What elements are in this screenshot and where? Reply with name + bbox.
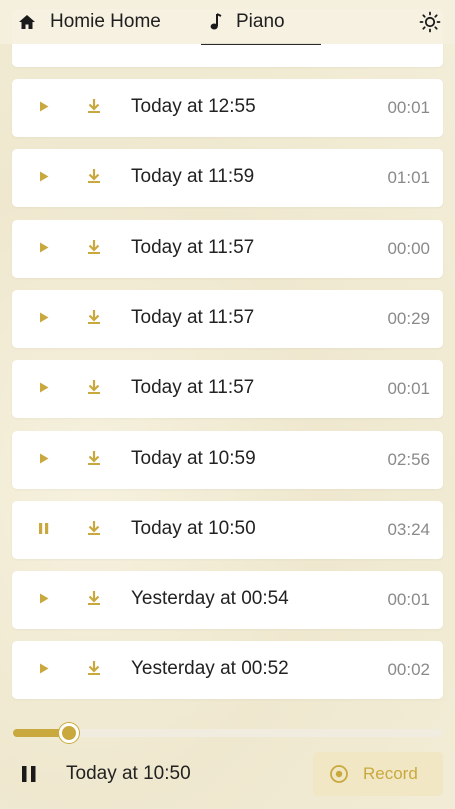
progress-knob[interactable] [58,723,79,743]
recording-title: Today at 10:59 [131,447,256,469]
recording-duration: 00:02 [387,660,430,680]
recording-duration: 01:01 [387,168,430,188]
list-item: Yesterday at 00:54 00:01 [12,571,443,630]
recording-title: Today at 11:59 [131,166,255,188]
record-icon [330,765,348,783]
recordings-list[interactable]: Today at 12:55 00:01 Today at 11:59 01:0… [0,0,455,705]
play-icon[interactable] [38,311,50,329]
play-icon[interactable] [38,170,50,188]
sun-icon[interactable] [419,11,441,38]
now-playing-title: Today at 10:50 [66,763,191,784]
recording-duration: 00:01 [387,590,430,610]
download-icon[interactable] [87,168,101,189]
download-icon[interactable] [87,309,101,330]
recording-title: Today at 10:50 [131,517,256,539]
recording-title: Yesterday at 00:54 [131,588,289,610]
play-icon[interactable] [38,592,50,610]
list-item: Today at 10:59 02:56 [12,430,443,489]
recording-duration: 00:01 [387,379,430,399]
progress-slider[interactable] [13,723,443,743]
music-note-icon [210,13,222,30]
recording-title: Today at 11:57 [131,377,255,399]
record-button[interactable]: Record [313,752,443,796]
nav-home[interactable]: Homie Home [18,0,161,44]
record-label: Record [363,764,418,783]
list-item: Today at 11:57 00:29 [12,289,443,348]
download-icon[interactable] [87,239,101,260]
home-icon [19,15,35,29]
top-bar: Homie Home Piano [0,0,455,44]
recording-duration: 00:01 [387,98,430,117]
list-item: Today at 10:50 03:24 [12,500,443,559]
download-icon[interactable] [87,590,101,611]
list-item: Today at 11:57 00:01 [12,360,443,419]
recording-duration: 00:29 [387,308,430,328]
play-icon[interactable] [38,381,50,399]
play-icon[interactable] [38,662,50,680]
recording-title: Yesterday at 00:52 [131,658,289,680]
download-icon[interactable] [87,520,101,541]
player-bar: Today at 10:50 Record [0,705,455,809]
list-item: Today at 11:57 00:00 [12,219,443,278]
pause-icon[interactable] [20,765,38,788]
nav-home-label: Homie Home [50,11,161,32]
recording-duration: 00:00 [387,238,430,258]
recording-duration: 03:24 [387,519,430,539]
recording-title: Today at 11:57 [131,306,255,328]
nav-piano[interactable]: Piano [210,0,285,44]
list-item: Today at 11:59 01:01 [12,149,443,208]
play-icon[interactable] [38,100,50,118]
list-item: Today at 12:55 00:01 [12,79,443,137]
recording-duration: 02:56 [387,449,430,469]
pause-icon[interactable] [38,522,50,540]
recording-title: Today at 11:57 [131,236,255,258]
nav-piano-label: Piano [236,11,285,32]
play-icon[interactable] [38,452,50,470]
download-icon[interactable] [87,450,101,471]
download-icon[interactable] [87,379,101,400]
download-icon[interactable] [87,98,101,119]
play-icon[interactable] [38,241,50,259]
download-icon[interactable] [87,660,101,681]
list-item: Yesterday at 00:52 00:02 [12,641,443,700]
recording-title: Today at 12:55 [131,96,256,117]
